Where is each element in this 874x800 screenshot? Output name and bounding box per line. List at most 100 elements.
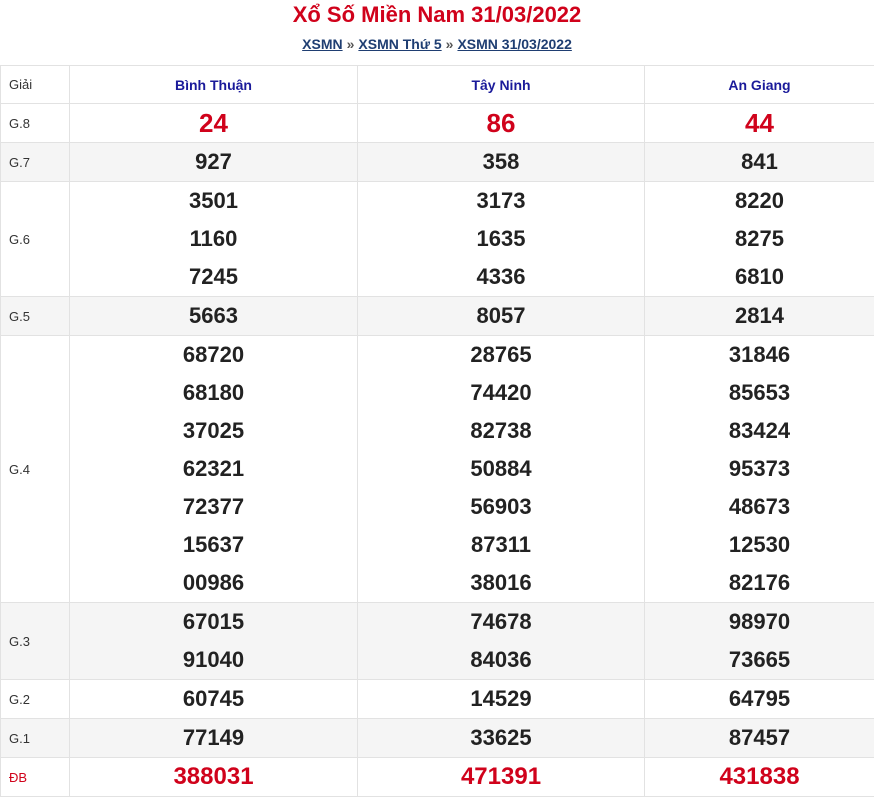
prize-cell: 9897073665 [645, 603, 874, 680]
prize-cell: 87457 [645, 719, 874, 758]
prize-label: G.1 [1, 719, 70, 758]
table-row: G.8248644 [1, 104, 874, 143]
prize-number: 8275 [645, 220, 874, 258]
prize-cell: 86 [358, 104, 645, 143]
prize-number: 64795 [645, 680, 874, 718]
column-header-province: Bình Thuận [70, 66, 358, 104]
prize-number: 72377 [70, 488, 357, 526]
prize-number: 95373 [645, 450, 874, 488]
prize-label: G.4 [1, 336, 70, 603]
prize-number: 14529 [358, 680, 644, 718]
prize-number: 471391 [358, 758, 644, 796]
prize-number: 77149 [70, 719, 357, 757]
prize-label: G.5 [1, 297, 70, 336]
prize-number: 44 [645, 104, 874, 142]
prize-cell: 358 [358, 143, 645, 182]
prize-number: 3501 [70, 182, 357, 220]
page-title: Xổ Số Miền Nam 31/03/2022 [0, 1, 874, 29]
prize-number: 98970 [645, 603, 874, 641]
prize-number: 431838 [645, 758, 874, 796]
prize-cell: 388031 [70, 758, 358, 797]
column-header-giai: Giải [1, 66, 70, 104]
table-row: G.7927358841 [1, 143, 874, 182]
prize-cell: 14529 [358, 680, 645, 719]
prize-number: 73665 [645, 641, 874, 679]
prize-label: G.6 [1, 182, 70, 297]
prize-number: 68720 [70, 336, 357, 374]
prize-number: 37025 [70, 412, 357, 450]
prize-number: 8220 [645, 182, 874, 220]
prize-number: 82738 [358, 412, 644, 450]
prize-cell: 24 [70, 104, 358, 143]
prize-number: 82176 [645, 564, 874, 602]
prize-number: 8057 [358, 297, 644, 335]
table-row: G.5566380572814 [1, 297, 874, 336]
prize-number: 927 [70, 143, 357, 181]
prize-number: 31846 [645, 336, 874, 374]
prize-number: 67015 [70, 603, 357, 641]
prize-number: 85653 [645, 374, 874, 412]
column-header-province: An Giang [645, 66, 874, 104]
prize-cell: 927 [70, 143, 358, 182]
prize-number: 84036 [358, 641, 644, 679]
prize-number: 86 [358, 104, 644, 142]
prize-number: 74678 [358, 603, 644, 641]
prize-number: 83424 [645, 412, 874, 450]
prize-number: 358 [358, 143, 644, 181]
prize-number: 3173 [358, 182, 644, 220]
results-body: G.8248644G.7927358841G.63501116072453173… [1, 104, 874, 797]
prize-cell: 33625 [358, 719, 645, 758]
prize-cell: 431838 [645, 758, 874, 797]
prize-number: 50884 [358, 450, 644, 488]
prize-number: 87457 [645, 719, 874, 757]
prize-number: 87311 [358, 526, 644, 564]
prize-cell: 350111607245 [70, 182, 358, 297]
prize-cell: 44 [645, 104, 874, 143]
prize-cell: 7467884036 [358, 603, 645, 680]
breadcrumb: XSMN»XSMN Thứ 5»XSMN 31/03/2022 [0, 33, 874, 55]
breadcrumb-link-xsmn-date[interactable]: XSMN 31/03/2022 [457, 36, 571, 52]
prize-number: 91040 [70, 641, 357, 679]
prize-number: 388031 [70, 758, 357, 796]
prize-number: 68180 [70, 374, 357, 412]
column-header-province: Tây Ninh [358, 66, 645, 104]
prize-number: 15637 [70, 526, 357, 564]
prize-label: G.2 [1, 680, 70, 719]
table-header-row: Giải Bình Thuận Tây Ninh An Giang [1, 66, 874, 104]
prize-number: 6810 [645, 258, 874, 296]
prize-cell: 2814 [645, 297, 874, 336]
prize-number: 24 [70, 104, 357, 142]
table-row: G.6350111607245317316354336822082756810 [1, 182, 874, 297]
prize-cell: 5663 [70, 297, 358, 336]
prize-number: 1160 [70, 220, 357, 258]
prize-number: 1635 [358, 220, 644, 258]
prize-label: ĐB [1, 758, 70, 797]
prize-number: 62321 [70, 450, 357, 488]
prize-cell: 317316354336 [358, 182, 645, 297]
prize-label: G.7 [1, 143, 70, 182]
prize-number: 38016 [358, 564, 644, 602]
prize-cell: 8057 [358, 297, 645, 336]
prize-number: 841 [645, 143, 874, 181]
breadcrumb-separator: » [446, 36, 454, 52]
prize-number: 60745 [70, 680, 357, 718]
breadcrumb-separator: » [347, 36, 355, 52]
prize-label: G.3 [1, 603, 70, 680]
prize-number: 5663 [70, 297, 357, 335]
table-row: G.3670159104074678840369897073665 [1, 603, 874, 680]
prize-cell: 77149 [70, 719, 358, 758]
prize-number: 12530 [645, 526, 874, 564]
table-row: G.2607451452964795 [1, 680, 874, 719]
prize-number: 74420 [358, 374, 644, 412]
prize-cell: 841 [645, 143, 874, 182]
breadcrumb-link-xsmn-thu-5[interactable]: XSMN Thứ 5 [358, 36, 441, 52]
prize-number: 56903 [358, 488, 644, 526]
prize-number: 00986 [70, 564, 357, 602]
prize-number: 28765 [358, 336, 644, 374]
prize-cell: 822082756810 [645, 182, 874, 297]
prize-number: 48673 [645, 488, 874, 526]
breadcrumb-link-xsmn[interactable]: XSMN [302, 36, 342, 52]
prize-cell: 28765744208273850884569038731138016 [358, 336, 645, 603]
prize-cell: 31846856538342495373486731253082176 [645, 336, 874, 603]
prize-number: 7245 [70, 258, 357, 296]
